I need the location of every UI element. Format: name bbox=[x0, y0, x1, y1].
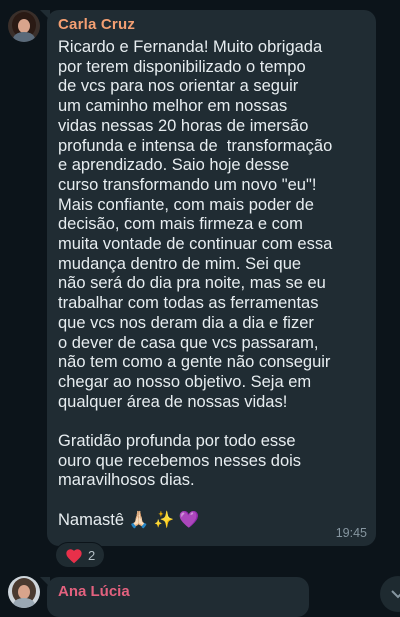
scroll-down-button[interactable] bbox=[380, 576, 400, 612]
heart-icon bbox=[66, 549, 82, 564]
reaction-count: 2 bbox=[88, 548, 96, 563]
message-time: 19:45 bbox=[335, 526, 367, 540]
avatar-ana-lucia[interactable] bbox=[8, 576, 40, 608]
avatar-carla-cruz[interactable] bbox=[8, 10, 40, 42]
sender-name[interactable]: Carla Cruz bbox=[58, 16, 135, 33]
reaction-badge[interactable]: 2 bbox=[55, 542, 105, 568]
message-text: Ricardo e Fernanda! Muito obrigada por t… bbox=[58, 38, 333, 529]
message-bubble-next[interactable]: Ana Lúcia bbox=[40, 577, 309, 617]
sender-name-next[interactable]: Ana Lúcia bbox=[58, 583, 130, 600]
chevron-down-icon bbox=[391, 590, 400, 599]
message-bubble[interactable]: Carla Cruz Ricardo e Fernanda! Muito obr… bbox=[40, 10, 376, 546]
chat-area: Carla Cruz Ricardo e Fernanda! Muito obr… bbox=[0, 0, 400, 617]
